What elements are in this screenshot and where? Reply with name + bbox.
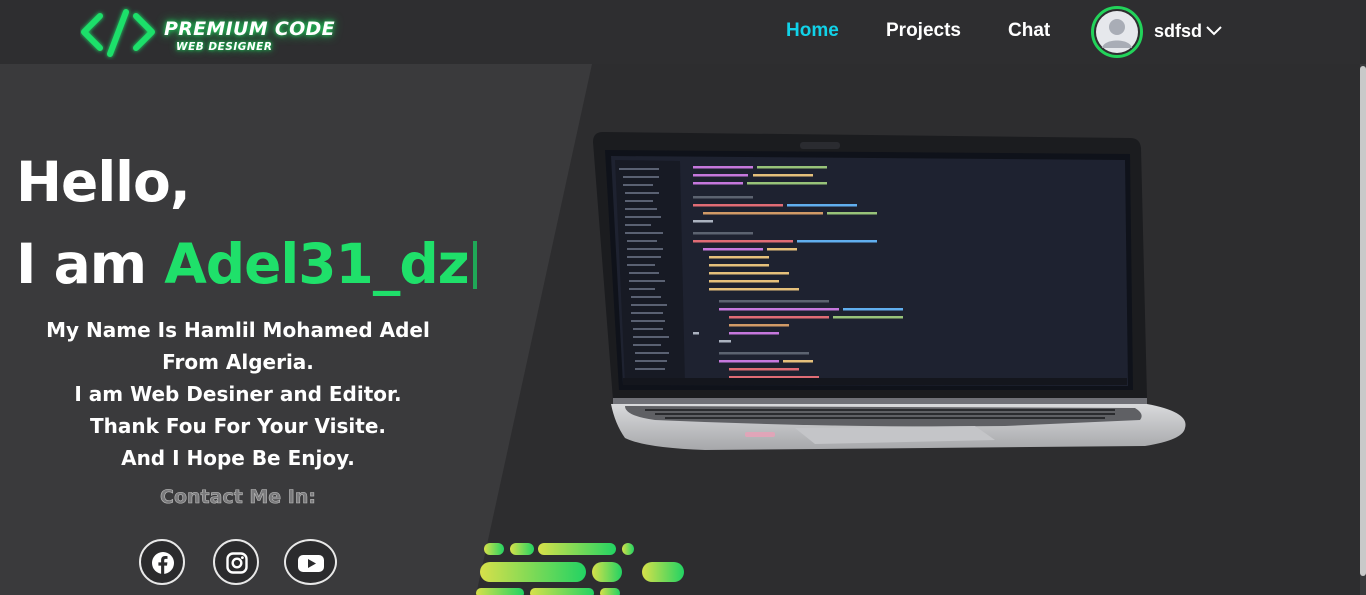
instagram-button[interactable] [213, 539, 259, 585]
nav-link-chat[interactable]: Chat [1008, 20, 1050, 42]
default-user-icon [1096, 11, 1138, 53]
navbar: PREMIUM CODE WEB DESIGNER Home Projects … [0, 0, 1366, 64]
brand-logo[interactable]: PREMIUM CODE WEB DESIGNER [80, 6, 335, 60]
hero-iam-name: Adel31_dz [164, 232, 470, 296]
hero-greeting: Hello, [16, 150, 191, 214]
chevron-down-icon[interactable] [1205, 24, 1223, 38]
page-scrollbar-thumb[interactable] [1360, 66, 1366, 576]
nav-link-projects[interactable]: Projects [886, 20, 961, 42]
youtube-icon [298, 555, 324, 572]
hero-bio: My Name Is Hamlil Mohamed Adel From Alge… [18, 314, 458, 474]
nav-link-home[interactable]: Home [786, 20, 839, 42]
brand-title: PREMIUM CODE [164, 18, 335, 40]
user-name[interactable]: sdfsd [1154, 21, 1202, 42]
typing-cursor [472, 241, 477, 289]
code-brackets-icon [81, 9, 155, 57]
contact-label: Contact Me In: [160, 486, 317, 509]
hero-iam: I am Adel31_dz [16, 232, 477, 296]
instagram-icon [226, 552, 248, 574]
decorative-stripes [476, 543, 684, 595]
user-avatar[interactable] [1091, 6, 1143, 58]
bio-line: Thank Fou For Your Visite. [89, 414, 386, 438]
brand-subtitle: WEB DESIGNER [176, 41, 273, 53]
facebook-button[interactable] [139, 539, 185, 585]
laptop-image [593, 132, 1186, 450]
bio-line: My Name Is Hamlil Mohamed Adel From Alge… [46, 318, 430, 374]
youtube-button[interactable] [284, 539, 337, 585]
facebook-icon [152, 552, 174, 574]
bio-line: And I Hope Be Enjoy. [121, 446, 355, 470]
bio-line: I am Web Desiner and Editor. [74, 382, 402, 406]
hero-iam-prefix: I am [16, 232, 165, 296]
